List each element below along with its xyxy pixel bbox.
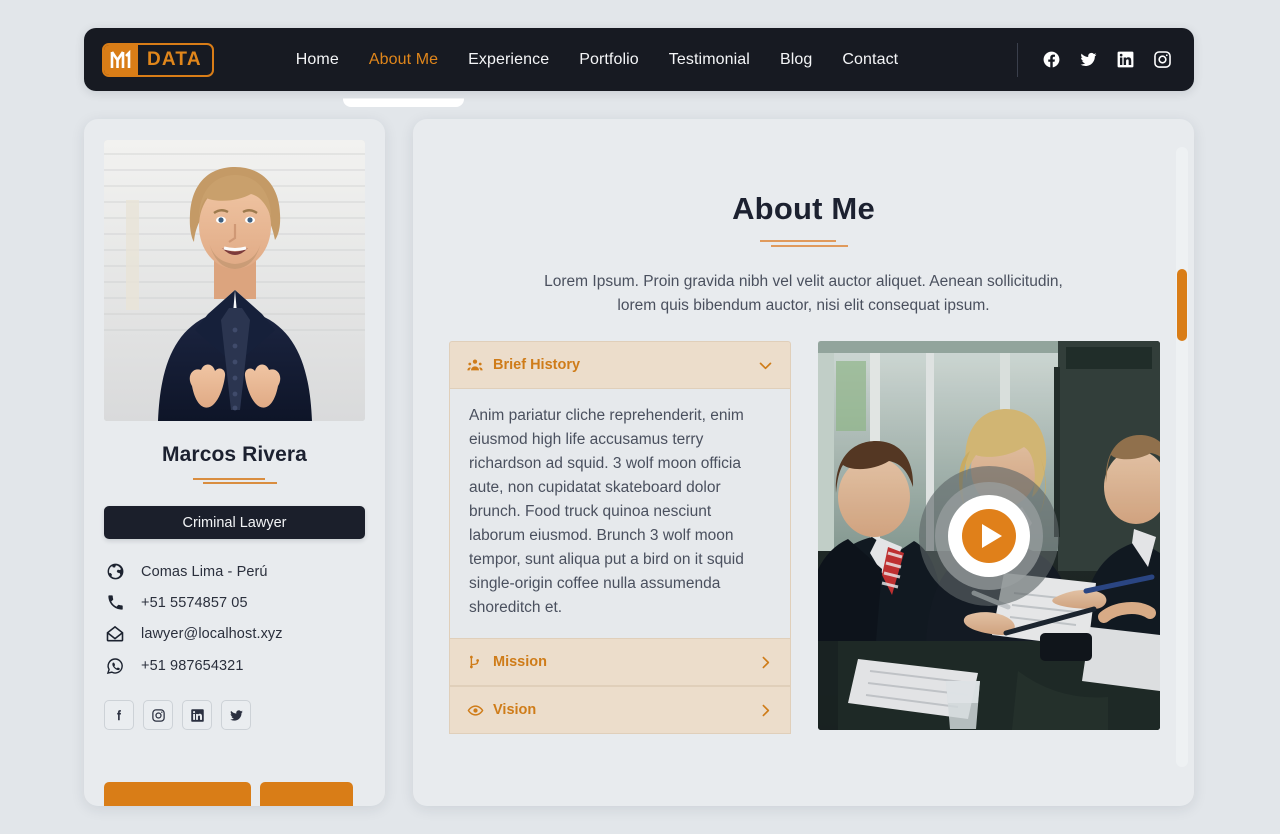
contact-location-text: Comas Lima - Perú — [141, 563, 268, 580]
chevron-right-icon[interactable] — [757, 654, 774, 671]
phone-icon — [104, 593, 126, 612]
twitter-icon[interactable] — [221, 700, 251, 730]
nav-link-blog[interactable]: Blog — [780, 51, 812, 69]
contact-email-text: lawyer@localhost.xyz — [141, 626, 283, 642]
cta-buttons — [104, 782, 353, 806]
content-scrollbar-track[interactable] — [1176, 147, 1188, 767]
video-thumbnail[interactable] — [818, 341, 1160, 730]
globe-icon — [104, 562, 126, 581]
accordion: Brief History Anim pariatur cliche repre… — [449, 341, 791, 734]
chevron-right-icon[interactable] — [757, 702, 774, 719]
navbar-socials — [1042, 50, 1172, 69]
accordion-label-mission: Mission — [493, 654, 547, 670]
facebook-icon[interactable] — [104, 700, 134, 730]
linkedin-icon[interactable] — [182, 700, 212, 730]
contact-phone-text: +51 5574857 05 — [141, 594, 248, 611]
contact-whatsapp-text: +51 987654321 — [141, 658, 244, 674]
page-title: About Me — [732, 191, 875, 226]
accordion-body-brief-history: Anim pariatur cliche reprehenderit, enim… — [449, 389, 791, 638]
navbar-right — [1017, 42, 1172, 77]
secondary-cta-button[interactable] — [260, 782, 353, 806]
flag-branch-icon — [467, 654, 487, 670]
twitter-icon[interactable] — [1079, 50, 1098, 69]
nav-link-home[interactable]: Home — [296, 51, 339, 69]
about-subtitle: Lorem Ipsum. Proin gravida nibh vel veli… — [544, 273, 1063, 314]
whatsapp-icon — [104, 656, 126, 676]
profile-card: Marcos Rivera Criminal Lawyer Comas Lima… — [84, 119, 385, 806]
nav-link-contact[interactable]: Contact — [842, 51, 898, 69]
m-monogram-icon — [104, 44, 138, 75]
top-navbar: DATA Home About Me Experience Portfolio … — [84, 28, 1194, 107]
eye-icon — [467, 702, 487, 719]
title-divider — [759, 240, 848, 248]
accordion-label-vision: Vision — [493, 702, 537, 718]
accordion-header-mission[interactable]: Mission — [449, 638, 791, 686]
accordion-header-brief-history[interactable]: Brief History — [449, 341, 791, 389]
role-badge[interactable]: Criminal Lawyer — [104, 506, 365, 539]
contact-phone[interactable]: +51 5574857 05 — [104, 593, 365, 612]
nav-link-portfolio[interactable]: Portfolio — [579, 51, 639, 69]
nav-link-testimonial[interactable]: Testimonial — [669, 51, 750, 69]
accordion-label-brief-history: Brief History — [493, 357, 581, 373]
contact-email[interactable]: lawyer@localhost.xyz — [104, 624, 365, 644]
nav-link-experience[interactable]: Experience — [468, 51, 549, 69]
linkedin-icon[interactable] — [1116, 50, 1135, 69]
primary-cta-button[interactable] — [104, 782, 251, 806]
site-logo[interactable]: DATA — [102, 42, 214, 77]
page-root: DATA Home About Me Experience Portfolio … — [0, 0, 1280, 834]
accordion-header-vision[interactable]: Vision — [449, 686, 791, 734]
content-scrollbar-thumb[interactable] — [1177, 269, 1187, 341]
facebook-icon[interactable] — [1042, 50, 1061, 69]
name-divider — [192, 478, 277, 486]
nav-link-about-me[interactable]: About Me — [342, 51, 465, 107]
contact-location[interactable]: Comas Lima - Perú — [104, 562, 365, 581]
profile-socials — [104, 700, 365, 730]
contact-whatsapp[interactable]: +51 987654321 — [104, 656, 365, 676]
play-icon[interactable] — [914, 461, 1064, 611]
contact-list: Comas Lima - Perú +51 5574857 05 lawyer@… — [104, 562, 365, 676]
instagram-icon[interactable] — [1153, 50, 1172, 69]
accordion-body-text: Anim pariatur cliche reprehenderit, enim… — [469, 407, 744, 616]
instagram-icon[interactable] — [143, 700, 173, 730]
logo-text: DATA — [147, 48, 202, 70]
users-icon — [467, 357, 487, 373]
navbar-divider — [1017, 42, 1018, 77]
profile-name: Marcos Rivera — [162, 443, 307, 466]
nav-links: Home About Me Experience Portfolio Testi… — [296, 28, 898, 107]
chevron-down-icon[interactable] — [757, 357, 774, 374]
envelope-icon — [104, 624, 126, 644]
portrait-photo — [104, 140, 365, 421]
